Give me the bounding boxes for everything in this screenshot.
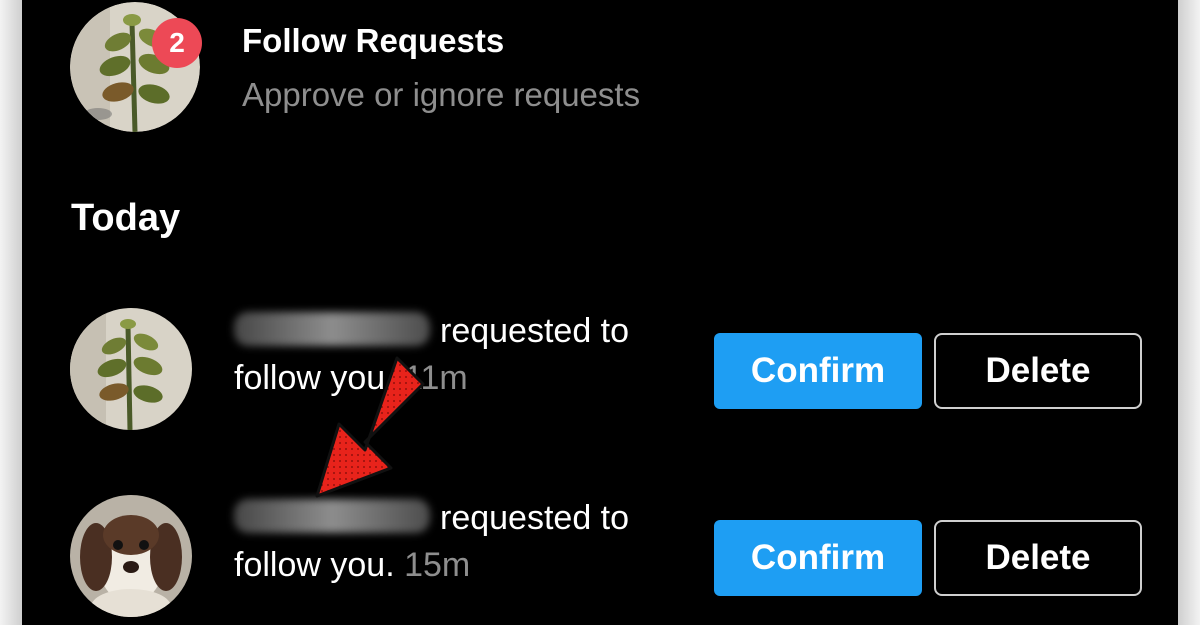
confirm-button[interactable]: Confirm bbox=[714, 520, 922, 596]
request-text-line2: follow you. bbox=[234, 546, 395, 584]
red-arrow-icon bbox=[315, 356, 425, 498]
timestamp: 15m bbox=[404, 546, 471, 584]
page-edge-left bbox=[0, 0, 22, 625]
follow-requests-subtitle: Approve or ignore requests bbox=[242, 76, 641, 113]
blurred-username[interactable] bbox=[234, 312, 430, 346]
page-edge-right bbox=[1178, 0, 1200, 625]
follow-requests-title[interactable]: Follow Requests bbox=[242, 22, 504, 60]
user-avatar[interactable] bbox=[70, 308, 192, 430]
activity-screen: 2 Follow Requests Approve or ignore requ… bbox=[22, 0, 1178, 625]
section-heading-today: Today bbox=[71, 197, 181, 239]
delete-button[interactable]: Delete bbox=[934, 333, 1142, 409]
request-text: requested to bbox=[440, 312, 630, 350]
follow-requests-entry[interactable]: 2 bbox=[70, 2, 202, 132]
notification-row: requested to follow you. 11m Confirm Del… bbox=[22, 308, 1178, 438]
confirm-button[interactable]: Confirm bbox=[714, 333, 922, 409]
dog-avatar[interactable] bbox=[70, 495, 192, 617]
notification-row: requested to follow you. 15m Confirm Del… bbox=[22, 495, 1178, 625]
delete-button[interactable]: Delete bbox=[934, 520, 1142, 596]
request-text: requested to bbox=[440, 499, 630, 537]
notification-count-badge: 2 bbox=[152, 18, 202, 68]
